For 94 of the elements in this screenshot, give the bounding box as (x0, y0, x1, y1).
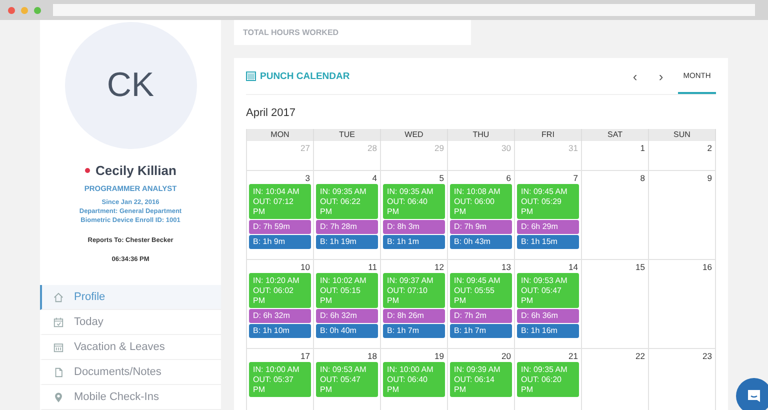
sidebar-item[interactable]: Mobile Check-Ins (40, 385, 221, 410)
duration-entry[interactable]: D: 7h 2m (450, 309, 512, 323)
day-number: 13 (502, 262, 512, 272)
day-number: 10 (300, 262, 311, 272)
day-number: 5 (439, 173, 445, 183)
weekday-header: MON (247, 129, 314, 141)
punch-entry[interactable]: IN: 09:35 AM OUT: 06:22 PM (316, 184, 378, 219)
punch-entry[interactable]: IN: 09:39 AM OUT: 06:14 PM (450, 362, 512, 397)
location-pin-icon (53, 392, 64, 402)
break-entry[interactable]: B: 1h 9m (249, 235, 311, 249)
break-entry[interactable]: B: 0h 40m (316, 324, 378, 338)
day-number: 16 (702, 262, 713, 272)
weekday-header: THU (448, 129, 515, 141)
break-entry[interactable]: B: 1h 1m (383, 235, 445, 249)
day-number: 21 (568, 351, 579, 361)
weekday-header: FRI (515, 129, 582, 141)
punch-entry[interactable]: IN: 09:37 AM OUT: 07:10 PM (383, 273, 445, 308)
day-number: 7 (573, 173, 579, 183)
day-number: 22 (636, 351, 646, 361)
previous-button[interactable]: ‹ (622, 68, 648, 84)
day-number: 12 (434, 262, 445, 272)
weekday-header: WED (381, 129, 448, 141)
duration-entry[interactable]: D: 7h 59m (249, 220, 311, 234)
calendar-title: PUNCH CALENDAR (260, 70, 350, 82)
chat-button[interactable] (736, 378, 768, 410)
sidebar-item[interactable]: Vacation & Leaves (40, 335, 221, 360)
employee-name: Cecily Killian (96, 163, 176, 178)
day-number: 11 (368, 262, 378, 272)
home-icon (53, 292, 64, 302)
punch-entry[interactable]: IN: 09:35 AM OUT: 06:20 PM (517, 362, 579, 397)
duration-entry[interactable]: D: 6h 32m (316, 309, 378, 323)
break-entry[interactable]: B: 1h 7m (383, 324, 445, 338)
duration-entry[interactable]: D: 6h 32m (249, 309, 311, 323)
punch-entry[interactable]: IN: 09:53 AM OUT: 05:47 PM (316, 362, 378, 397)
punch-entry[interactable]: IN: 10:00 AM OUT: 05:37 PM (249, 362, 311, 397)
day-number: 29 (434, 143, 445, 153)
punch-entry[interactable]: IN: 09:45 AM OUT: 05:29 PM (517, 184, 579, 219)
next-button[interactable]: › (648, 68, 674, 84)
day-number: 27 (300, 143, 311, 153)
duration-entry[interactable]: D: 6h 36m (517, 309, 579, 323)
calendar-icon (246, 71, 256, 81)
day-number: 17 (300, 351, 311, 361)
punch-entry[interactable]: IN: 10:20 AM OUT: 06:02 PM (249, 273, 311, 308)
day-number: 3 (305, 173, 311, 183)
day-number: 15 (636, 262, 646, 272)
card-label: TOTAL HOURS WORKED (243, 28, 339, 37)
day-number: 18 (368, 351, 378, 361)
punch-entry[interactable]: IN: 10:00 AM OUT: 06:40 PM (383, 362, 445, 397)
month-label: April 2017 (246, 107, 297, 119)
weekday-header: TUE (314, 129, 381, 141)
punch-entry[interactable]: IN: 09:35 AM OUT: 06:40 PM (383, 184, 445, 219)
punch-entry[interactable]: IN: 09:45 AM OUT: 05:55 PM (450, 273, 512, 308)
calendar-icon (53, 342, 64, 352)
chat-icon (746, 388, 762, 404)
day-number: 9 (707, 173, 713, 183)
minimize-dot-icon[interactable] (21, 6, 28, 14)
sidebar-item[interactable]: Documents/Notes (40, 360, 221, 385)
break-entry[interactable]: B: 1h 10m (249, 324, 311, 338)
day-number: 14 (568, 262, 579, 272)
day-number: 30 (502, 143, 512, 153)
address-bar[interactable] (53, 4, 755, 16)
break-entry[interactable]: B: 1h 19m (316, 235, 378, 249)
punch-entry[interactable]: IN: 10:02 AM OUT: 05:15 PM (316, 273, 378, 308)
punch-entry[interactable]: IN: 10:08 AM OUT: 06:00 PM (450, 184, 512, 219)
duration-entry[interactable]: D: 7h 9m (450, 220, 512, 234)
break-entry[interactable]: B: 1h 7m (450, 324, 512, 338)
break-entry[interactable]: B: 1h 16m (517, 324, 579, 338)
break-entry[interactable]: B: 1h 15m (517, 235, 579, 249)
avatar: CK (64, 22, 196, 149)
day-number: 2 (707, 143, 713, 153)
day-number: 28 (368, 143, 378, 153)
punch-entry[interactable]: IN: 10:04 AM OUT: 07:12 PM (249, 184, 311, 219)
duration-entry[interactable]: D: 8h 26m (383, 309, 445, 323)
duration-entry[interactable]: D: 6h 29m (517, 220, 579, 234)
weekday-header: SUN (649, 129, 716, 141)
document-icon (53, 366, 64, 378)
day-number: 31 (568, 143, 579, 153)
close-dot-icon[interactable] (8, 6, 15, 14)
maximize-dot-icon[interactable] (34, 6, 41, 14)
calendar-icon (53, 316, 64, 328)
day-number: 20 (502, 351, 512, 361)
weekday-header: SAT (582, 129, 649, 141)
duration-entry[interactable]: D: 8h 3m (383, 220, 445, 234)
day-number: 4 (372, 173, 378, 183)
day-number: 6 (506, 173, 512, 183)
day-number: 8 (640, 173, 646, 183)
day-number: 1 (640, 143, 646, 153)
sidebar-item[interactable]: Today (40, 310, 221, 335)
break-entry[interactable]: B: 0h 43m (450, 235, 512, 249)
day-number: 23 (702, 351, 713, 361)
punch-entry[interactable]: IN: 09:53 AM OUT: 05:47 PM (517, 273, 579, 308)
sidebar-item[interactable]: Profile (40, 285, 221, 310)
duration-entry[interactable]: D: 7h 28m (316, 220, 378, 234)
day-number: 19 (434, 351, 445, 361)
